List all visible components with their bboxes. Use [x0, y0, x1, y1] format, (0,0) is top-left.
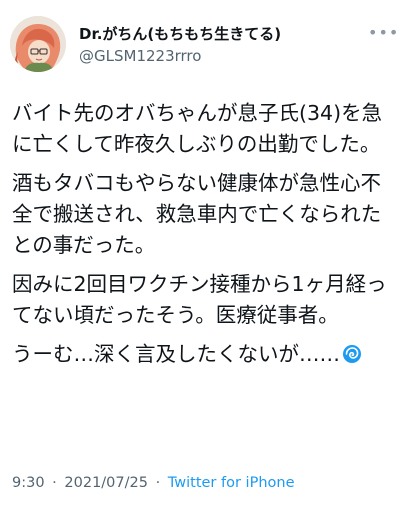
tweet-paragraph: 因みに2回目ワクチン接種から1ヶ月経ってない頃だったそう。医療従事者。: [12, 272, 387, 327]
display-name[interactable]: Dr.がちん(もちもち生きてる): [79, 25, 281, 43]
cyclone-icon: [342, 342, 362, 373]
meta-separator: ·: [52, 475, 57, 491]
meta-separator: ·: [155, 475, 161, 491]
more-horizontal-icon[interactable]: •••: [368, 25, 399, 41]
user-handle[interactable]: @GLSM1223rrro: [79, 47, 201, 65]
tweet-time[interactable]: 9:30: [12, 475, 45, 491]
tweet-paragraph-text: うーむ…深く言及したくないが……: [12, 342, 340, 366]
avatar[interactable]: [10, 16, 66, 72]
tweet-meta: 9:30 · 2021/07/25 · Twitter for iPhone: [12, 474, 295, 492]
tweet-paragraph: バイト先のオバちゃんが息子氏(34)を急に亡くして昨夜久しぶりの出勤でした。: [12, 101, 383, 156]
tweet-date[interactable]: 2021/07/25: [64, 475, 148, 491]
avatar-illustration: [10, 16, 66, 72]
tweet-source-link[interactable]: Twitter for iPhone: [168, 475, 295, 491]
tweet-card: Dr.がちん(もちもち生きてる) @GLSM1223rrro ••• バイト先の…: [0, 0, 405, 507]
tweet-paragraph: 酒もタバコもやらない健康体が急性心不全で搬送され、救急車内で亡くなられたとの事だ…: [12, 171, 382, 257]
tweet-text: バイト先のオバちゃんが息子氏(34)を急に亡くして昨夜久しぶりの出勤でした。 酒…: [12, 98, 396, 373]
tweet-paragraph-last: うーむ…深く言及したくないが……: [12, 339, 396, 373]
